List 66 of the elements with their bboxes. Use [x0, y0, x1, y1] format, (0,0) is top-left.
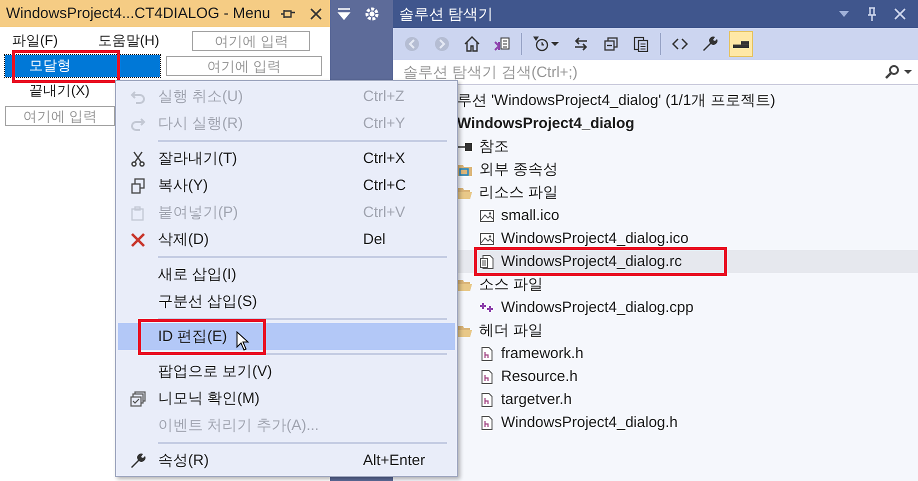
shortcut-label: Ctrl+X	[363, 150, 406, 167]
context-menu-item[interactable]: 속성(R) Alt+Enter	[118, 447, 455, 474]
window-title: WindowsProject4...CT4DIALOG - Menu	[6, 5, 270, 22]
tree-item-label: 리소스 파일	[479, 183, 558, 202]
type-here-field[interactable]: 여기에 입력	[192, 31, 310, 51]
check-windows-icon	[130, 390, 146, 406]
gear-glyph	[364, 6, 380, 22]
close-icon	[308, 6, 324, 22]
delete-icon	[130, 232, 146, 248]
redo-icon	[130, 116, 146, 132]
header-file-icon	[479, 368, 495, 384]
resource-file-icon	[479, 254, 495, 270]
code-brackets-icon	[672, 36, 688, 52]
sync-arrows-icon	[573, 36, 589, 52]
undo-icon	[130, 88, 146, 104]
header-file-icon	[479, 414, 495, 430]
search-icon	[884, 64, 900, 80]
menu-item[interactable]: 모달형	[5, 55, 160, 77]
solution-views-icon	[494, 36, 510, 52]
header-file-icon	[479, 346, 495, 362]
shortcut-label: Ctrl+Y	[363, 115, 406, 132]
search-box[interactable]: 솔루션 탐색기 검색(Ctrl+;)	[393, 60, 918, 85]
tree-item-label: 외부 종속성	[479, 160, 558, 179]
tree-item-label: 헤더 파일	[479, 321, 544, 340]
shortcut-label: Ctrl+C	[363, 177, 407, 194]
tree-item-label: WindowsProject4_dialog.ico	[501, 230, 689, 247]
caret-glyph	[336, 6, 352, 22]
preview-icon	[732, 40, 750, 48]
caret-icon	[551, 42, 559, 46]
close-icon	[892, 6, 908, 22]
tree-item-label: 소스 파일	[479, 275, 544, 294]
menu-bar-item[interactable]: 도움말(H)	[90, 32, 166, 50]
mouse-cursor-icon	[236, 331, 250, 351]
home-icon	[464, 36, 480, 52]
image-file-icon	[479, 230, 495, 246]
tree-item-label: small.ico	[501, 207, 560, 224]
shortcut-label: Del	[363, 231, 387, 248]
tree-item-label: Resource.h	[501, 368, 578, 385]
collapse-icon	[603, 36, 619, 52]
wrench-icon	[130, 452, 146, 468]
shortcut-label: Alt+Enter	[363, 452, 426, 469]
clock-icon	[533, 36, 549, 52]
image-file-icon	[479, 208, 495, 224]
type-here-field[interactable]: 여기에 입력	[166, 56, 322, 76]
tree-item-label: 참조	[479, 137, 509, 156]
wrench-icon	[702, 36, 718, 52]
panel-title: 솔루션 탐색기	[399, 4, 494, 24]
preview-button[interactable]	[729, 31, 753, 57]
tree-item-label: targetver.h	[501, 391, 572, 408]
tree-item-label: framework.h	[501, 345, 584, 362]
shortcut-label: Ctrl+V	[363, 204, 406, 221]
copy-icon	[130, 178, 146, 194]
scissors-icon	[130, 150, 146, 166]
tree-item-label: WindowsProject4_dialog.h	[501, 414, 678, 431]
tree-item-label: WindowsProject4_dialog.cpp	[501, 299, 694, 316]
solution-label: 루션 'WindowsProject4_dialog' (1/1개 프로젝트)	[457, 91, 776, 110]
files-icon	[633, 36, 649, 52]
tree-item-label: WindowsProject4_dialog.rc	[501, 253, 682, 270]
context-menu-item[interactable]: 복사(Y) Ctrl+C	[118, 172, 455, 199]
header-file-icon	[479, 392, 495, 408]
caret-icon	[904, 70, 912, 74]
type-here-field[interactable]: 여기에 입력	[5, 106, 115, 126]
menu-bar-item[interactable]: 파일(F)	[5, 32, 65, 50]
shortcut-label: Ctrl+Z	[363, 88, 406, 105]
clipboard-icon	[130, 204, 146, 220]
context-menu-item[interactable]: 잘라내기(T) Ctrl+X	[118, 145, 455, 172]
